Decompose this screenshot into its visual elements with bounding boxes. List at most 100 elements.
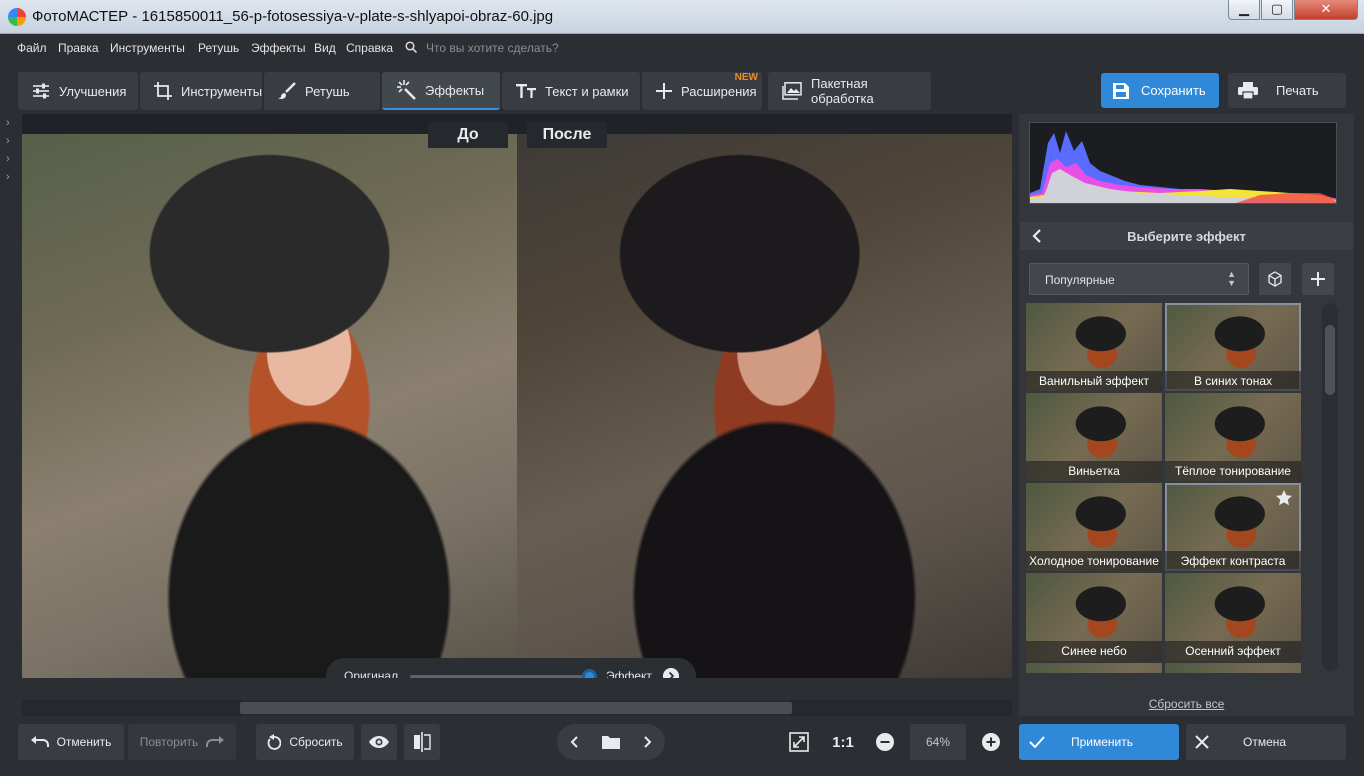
menu-bar: Файл Правка Инструменты Ретушь Эффекты В… xyxy=(0,34,1364,62)
menu-edit[interactable]: Правка xyxy=(58,41,99,55)
crop-icon xyxy=(154,82,172,100)
undo-button[interactable]: Отменить xyxy=(18,724,124,760)
tab-label: Эффекты xyxy=(425,82,485,98)
split-view-button[interactable] xyxy=(404,724,440,760)
menu-tools[interactable]: Инструменты xyxy=(110,41,185,55)
effect-tile-autumn[interactable]: Осенний эффект xyxy=(1165,573,1301,661)
horizontal-scrollbar[interactable] xyxy=(22,700,1012,716)
effect-label: Осенний эффект xyxy=(1165,641,1301,661)
add-effect-button[interactable] xyxy=(1302,263,1334,295)
new-badge: NEW xyxy=(734,72,758,83)
fit-to-screen-button[interactable] xyxy=(782,724,816,760)
search-input[interactable]: Что вы хотите сделать? xyxy=(426,41,559,55)
undo-icon xyxy=(30,736,49,747)
after-label: После xyxy=(527,122,607,148)
reset-button[interactable]: Сбросить xyxy=(256,724,354,760)
print-label: Печать xyxy=(1276,83,1319,98)
compare-slider-handle[interactable] xyxy=(582,669,597,678)
image-navigation xyxy=(557,724,665,760)
menu-effects[interactable]: Эффекты xyxy=(251,41,306,55)
split-compare-icon xyxy=(414,732,431,752)
menu-view[interactable]: Вид xyxy=(314,41,336,55)
close-button[interactable]: ✕ xyxy=(1294,0,1358,20)
redo-button[interactable]: Повторить xyxy=(128,724,236,760)
apply-button[interactable]: Применить xyxy=(1019,724,1179,760)
effects-grid: Ванильный эффект В синих тонах Виньетка … xyxy=(1026,303,1306,673)
folder-icon[interactable] xyxy=(602,735,620,749)
undo-label: Отменить xyxy=(56,735,112,749)
tab-batch-processing[interactable]: Пакетная обработка xyxy=(768,72,931,110)
tab-label: Инструменты xyxy=(181,83,263,99)
effect-label: Виньетка xyxy=(1026,461,1162,481)
print-button[interactable]: Печать xyxy=(1228,73,1346,108)
menu-retouch[interactable]: Ретушь xyxy=(198,41,239,55)
effects-scrollbar[interactable] xyxy=(1322,303,1338,671)
cancel-button[interactable]: Отмена xyxy=(1186,724,1346,760)
3d-lut-button[interactable] xyxy=(1259,263,1291,295)
plus-icon xyxy=(1311,272,1325,286)
zoom-level[interactable]: 64% xyxy=(910,724,966,760)
apply-label: Применить xyxy=(1071,735,1134,749)
search-icon xyxy=(405,41,417,53)
compare-slider-bar: Оригинал Эффект xyxy=(326,658,696,678)
image-canvas[interactable]: До После Оригинал Эффект xyxy=(22,114,1012,678)
panel-header: Выберите эффект xyxy=(1020,222,1353,250)
minimize-button[interactable]: ▁ xyxy=(1228,0,1260,20)
effect-tile-contrast[interactable]: Эффект контраста xyxy=(1165,483,1301,571)
effect-tile-partial[interactable] xyxy=(1165,663,1301,673)
histogram-graph xyxy=(1030,131,1336,203)
effect-label: Холодное тонирование xyxy=(1026,551,1162,571)
brush-icon xyxy=(278,82,296,99)
tab-label: Улучшения xyxy=(59,83,127,99)
effect-tile-warm-toning[interactable]: Тёплое тонирование xyxy=(1165,393,1301,481)
scrollbar-thumb[interactable] xyxy=(1325,325,1335,395)
tab-retouch[interactable]: Ретушь xyxy=(264,72,380,110)
maximize-button[interactable]: ▢ xyxy=(1261,0,1293,20)
chevron-left-icon[interactable] xyxy=(569,736,581,748)
reset-label: Сбросить xyxy=(289,735,343,749)
tab-text-frames[interactable]: Текст и рамки xyxy=(502,72,640,110)
effect-tile-partial[interactable] xyxy=(1026,663,1162,673)
sparkle-icon xyxy=(397,80,416,100)
tab-label: Расширения xyxy=(681,83,757,99)
scrollbar-thumb[interactable] xyxy=(240,702,792,714)
zoom-out-icon[interactable] xyxy=(876,733,894,751)
effect-tile-vignette[interactable]: Виньетка xyxy=(1026,393,1162,481)
star-icon[interactable] xyxy=(1275,489,1293,507)
reset-icon xyxy=(267,734,282,750)
title-bar: ФотоМАСТЕР - 1615850011_56-p-fotosessiya… xyxy=(0,0,1364,34)
close-icon xyxy=(1195,735,1209,749)
menu-file[interactable]: Файл xyxy=(17,41,47,55)
effect-label: Синее небо xyxy=(1026,641,1162,661)
photo-before xyxy=(22,134,517,678)
preview-toggle-button[interactable] xyxy=(361,724,397,760)
reset-all-link[interactable]: Сбросить все xyxy=(1019,697,1354,711)
text-icon xyxy=(516,84,536,98)
effect-label: Тёплое тонирование xyxy=(1165,461,1301,481)
tab-effects[interactable]: Эффекты xyxy=(382,72,500,110)
floppy-icon xyxy=(1113,82,1129,99)
tab-extensions[interactable]: Расширения NEW xyxy=(642,72,762,110)
chevron-right-icon[interactable] xyxy=(641,736,653,748)
sliders-icon xyxy=(33,83,49,99)
save-label: Сохранить xyxy=(1141,83,1206,98)
chevron-right-icon[interactable] xyxy=(663,668,679,678)
tab-tools[interactable]: Инструменты xyxy=(140,72,262,110)
compare-slider-track[interactable] xyxy=(410,675,588,678)
effect-label: Эффект контраста xyxy=(1165,551,1301,571)
zoom-actual-size-button[interactable]: 1:1 xyxy=(826,724,860,760)
effect-tile-cold-toning[interactable]: Холодное тонирование xyxy=(1026,483,1162,571)
original-label: Оригинал xyxy=(344,669,399,678)
menu-help[interactable]: Справка xyxy=(346,41,393,55)
save-button[interactable]: Сохранить xyxy=(1101,73,1219,108)
effect-label: Эффект xyxy=(606,669,652,678)
effects-panel: Выберите эффект Популярные ▲ ▼ Ванильный … xyxy=(1019,114,1354,716)
zoom-in-icon[interactable] xyxy=(982,733,1000,751)
effect-category-select[interactable]: Популярные ▲ ▼ xyxy=(1029,263,1249,295)
effect-tile-blue-sky[interactable]: Синее небо xyxy=(1026,573,1162,661)
collapsed-panel-handle[interactable]: › › › › xyxy=(6,114,18,184)
effect-tile-vanilla[interactable]: Ванильный эффект xyxy=(1026,303,1162,391)
tab-enhancements[interactable]: Улучшения xyxy=(18,72,138,110)
eye-icon xyxy=(369,736,389,748)
effect-tile-blue-tones[interactable]: В синих тонах xyxy=(1165,303,1301,391)
